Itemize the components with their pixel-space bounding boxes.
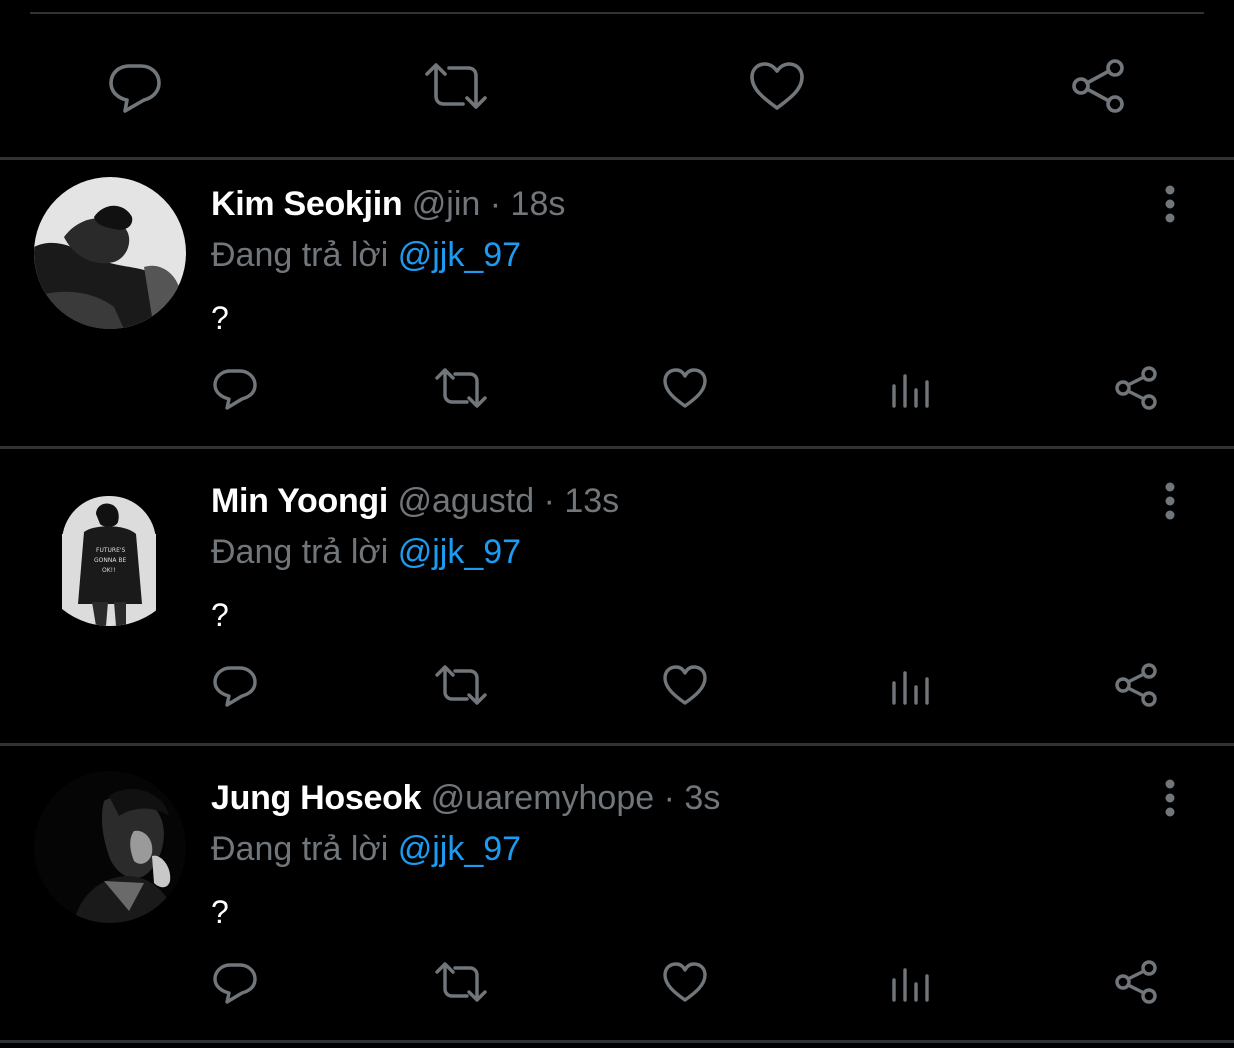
reply-tweet[interactable]: FUTURE'S GONNA BE OK!! Min Yoongi @agust… — [0, 457, 1234, 751]
avatar-image — [34, 177, 186, 329]
svg-text:OK!!: OK!! — [102, 567, 115, 574]
timestamp[interactable]: 13s — [564, 482, 619, 520]
divider — [0, 1040, 1234, 1043]
display-name[interactable]: Jung Hoseok — [211, 779, 421, 817]
reply-button[interactable] — [205, 358, 265, 418]
share-icon — [1072, 59, 1124, 113]
share-button[interactable] — [1106, 358, 1166, 418]
tweet-header: Min Yoongi @agustd · 13s — [211, 481, 619, 521]
reply-tweet[interactable]: Jung Hoseok @uaremyhope · 3s Đang trả lờ… — [0, 754, 1234, 1048]
reply-icon — [213, 666, 257, 707]
like-button[interactable] — [655, 655, 715, 715]
retweet-icon — [435, 665, 487, 705]
main-retweet-button[interactable] — [420, 50, 492, 122]
handle[interactable]: @uaremyhope — [431, 779, 655, 817]
timestamp[interactable]: 3s — [684, 779, 720, 817]
more-options-button[interactable] — [1150, 182, 1190, 226]
replying-to: Đang trả lời @jjk_97 — [211, 235, 521, 275]
svg-text:FUTURE'S: FUTURE'S — [96, 547, 126, 554]
like-button[interactable] — [655, 358, 715, 418]
main-reply-button[interactable] — [99, 50, 171, 122]
main-share-button[interactable] — [1062, 50, 1134, 122]
retweet-button[interactable] — [431, 655, 491, 715]
bar-chart-icon — [892, 671, 929, 705]
analytics-button[interactable] — [880, 655, 940, 715]
avatar[interactable] — [34, 177, 186, 329]
tweet-header: Kim Seokjin @jin · 18s — [211, 184, 565, 224]
reply-button[interactable] — [205, 655, 265, 715]
timestamp[interactable]: 18s — [511, 185, 566, 223]
display-name[interactable]: Kim Seokjin — [211, 185, 403, 223]
tweet-text: ? — [211, 597, 229, 633]
share-icon — [1115, 960, 1157, 1004]
separator: · — [489, 185, 502, 223]
bar-chart-icon — [892, 374, 929, 408]
retweet-icon — [425, 63, 487, 109]
share-button[interactable] — [1106, 952, 1166, 1012]
analytics-button[interactable] — [880, 358, 940, 418]
main-tweet-action-bar — [0, 50, 1234, 122]
mention-link[interactable]: @jjk_97 — [398, 830, 521, 868]
reply-icon — [213, 963, 257, 1004]
replying-to-label: Đang trả lời — [211, 236, 389, 274]
avatar-image: FUTURE'S GONNA BE OK!! — [34, 474, 186, 626]
reply-button[interactable] — [205, 952, 265, 1012]
replying-to-label: Đang trả lời — [211, 533, 389, 571]
analytics-button[interactable] — [880, 952, 940, 1012]
separator: · — [663, 779, 675, 817]
more-vertical-icon — [1165, 482, 1175, 520]
reply-icon — [109, 64, 161, 113]
svg-text:GONNA BE: GONNA BE — [94, 557, 126, 564]
tweet-action-bar — [0, 655, 1234, 715]
reply-tweet[interactable]: Kim Seokjin @jin · 18s Đang trả lời @jjk… — [0, 160, 1234, 454]
like-button[interactable] — [655, 952, 715, 1012]
retweet-button[interactable] — [431, 358, 491, 418]
heart-icon — [663, 962, 707, 1002]
reply-icon — [213, 369, 257, 410]
avatar[interactable]: FUTURE'S GONNA BE OK!! — [34, 474, 186, 626]
heart-icon — [750, 62, 804, 110]
display-name[interactable]: Min Yoongi — [211, 482, 388, 520]
retweet-icon — [435, 962, 487, 1002]
retweet-icon — [435, 368, 487, 408]
tweet-text: ? — [211, 300, 229, 336]
top-divider — [30, 12, 1204, 14]
main-like-button[interactable] — [741, 50, 813, 122]
heart-icon — [663, 665, 707, 705]
tweet-action-bar — [0, 358, 1234, 418]
share-button[interactable] — [1106, 655, 1166, 715]
divider — [0, 743, 1234, 746]
separator: · — [543, 482, 555, 520]
tweet-action-bar — [0, 952, 1234, 1012]
mention-link[interactable]: @jjk_97 — [398, 236, 521, 274]
avatar-image — [34, 771, 186, 923]
handle[interactable]: @agustd — [398, 482, 535, 520]
more-options-button[interactable] — [1150, 776, 1190, 820]
tweet-text: ? — [211, 894, 229, 930]
mention-link[interactable]: @jjk_97 — [398, 533, 521, 571]
replying-to: Đang trả lời @jjk_97 — [211, 532, 521, 572]
avatar[interactable] — [34, 771, 186, 923]
more-vertical-icon — [1165, 779, 1175, 817]
bar-chart-icon — [892, 968, 929, 1002]
divider — [0, 446, 1234, 449]
heart-icon — [663, 368, 707, 408]
more-options-button[interactable] — [1150, 479, 1190, 523]
share-icon — [1115, 366, 1157, 410]
handle[interactable]: @jin — [412, 185, 481, 223]
replying-to: Đang trả lời @jjk_97 — [211, 829, 521, 869]
retweet-button[interactable] — [431, 952, 491, 1012]
tweet-header: Jung Hoseok @uaremyhope · 3s — [211, 778, 720, 818]
replying-to-label: Đang trả lời — [211, 830, 389, 868]
more-vertical-icon — [1165, 185, 1175, 223]
share-icon — [1115, 663, 1157, 707]
